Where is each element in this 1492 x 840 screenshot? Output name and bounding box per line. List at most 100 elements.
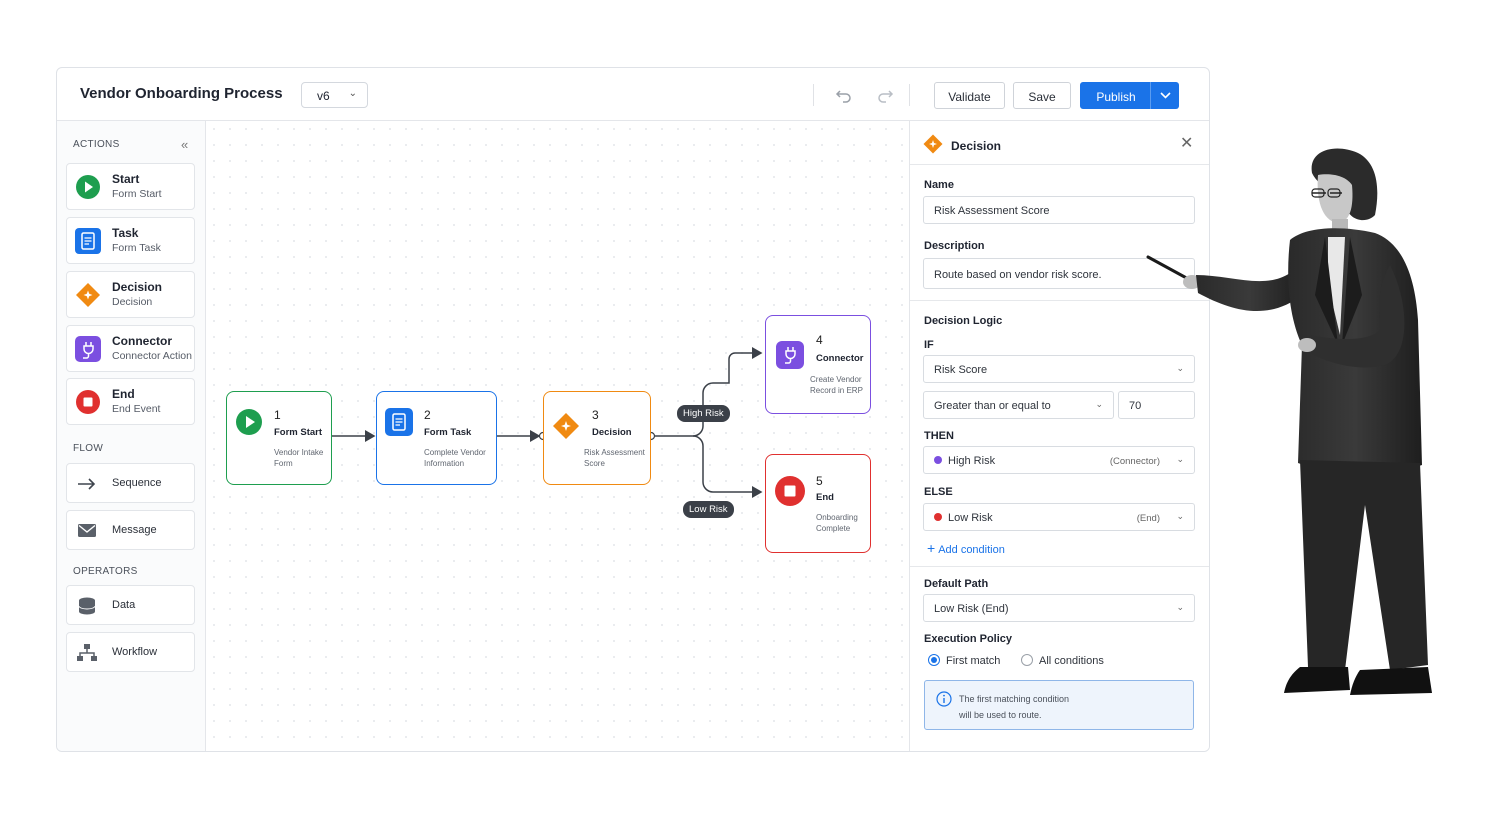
workflow-node-task[interactable]: 2 Form Task Complete Vendor Information: [376, 391, 497, 485]
palette-item-title: Message: [112, 524, 157, 536]
high-risk-edge-label[interactable]: High Risk: [677, 405, 730, 422]
plug-icon: [776, 341, 804, 369]
diamond-icon: [923, 134, 943, 154]
node-description: Complete Vendor: [424, 448, 486, 457]
high-risk-edge: [655, 347, 763, 437]
low-risk-edge-label[interactable]: Low Risk: [683, 501, 734, 518]
then-label: THEN: [924, 430, 954, 442]
palette-item-task[interactable]: Task Form Task: [66, 217, 195, 264]
palette-item-workflow[interactable]: Workflow: [66, 632, 195, 672]
all-conditions-label: All conditions: [1039, 655, 1104, 667]
execution-policy-label: Execution Policy: [924, 633, 1013, 645]
chevron-down-icon: ⌄: [348, 88, 357, 99]
operator-value: Greater than or equal to: [934, 400, 1051, 412]
top-toolbar: Vendor Onboarding Process v6 ⌄ Validate …: [57, 68, 1209, 121]
name-label: Name: [924, 179, 954, 191]
palette-item-subtitle: Form Task: [112, 242, 161, 254]
then-value: High Risk: [948, 455, 996, 467]
workflow-node-start[interactable]: 1 Form Start Vendor Intake Form: [226, 391, 332, 485]
description-value: Route based on vendor risk score.: [934, 269, 1102, 281]
redo-icon[interactable]: [874, 83, 896, 105]
operators-section-label: OPERATORS: [73, 566, 138, 577]
palette-item-title: Connector: [112, 334, 172, 348]
plus-icon: +: [927, 540, 936, 556]
node-description: Risk Assessment: [584, 448, 645, 457]
palette-item-subtitle: Form Start: [112, 188, 162, 200]
database-icon: [78, 597, 96, 615]
add-condition-label: Add condition: [938, 544, 1005, 556]
node-number: 5: [816, 474, 823, 488]
node-number: 3: [592, 408, 599, 422]
palette-item-subtitle: Decision: [112, 296, 153, 308]
all-conditions-radio[interactable]: All conditions: [1021, 654, 1104, 667]
description-label: Description: [924, 240, 985, 252]
publish-button[interactable]: Publish: [1080, 82, 1152, 109]
chevron-down-icon: ⌄: [1095, 399, 1103, 409]
node-title: End: [816, 492, 834, 503]
diamond-icon: [553, 413, 579, 439]
node-description: Record in ERP: [810, 386, 863, 395]
node-description: Score: [584, 459, 605, 468]
palette-item-sequence[interactable]: Sequence: [66, 463, 195, 503]
page-title: Vendor Onboarding Process: [80, 85, 283, 102]
palette-item-decision[interactable]: Decision Decision: [66, 271, 195, 318]
end-color-dot: [934, 513, 942, 521]
info-text-line: will be used to route.: [959, 710, 1042, 720]
if-field-value: Risk Score: [934, 364, 988, 376]
add-condition-button[interactable]: + Add condition: [927, 540, 1005, 556]
node-title: Connector: [816, 353, 864, 364]
panel-title: Decision: [951, 139, 1002, 153]
node-description: Form: [274, 459, 293, 468]
palette-item-title: Data: [112, 599, 136, 611]
palette-item-subtitle: End Event: [112, 403, 161, 415]
node-description: Information: [424, 459, 465, 468]
workflow-canvas[interactable]: High Risk Low Risk 1 Form Start Vendor I…: [206, 121, 909, 751]
plug-icon: [75, 336, 101, 362]
document-icon: [75, 228, 101, 254]
node-title: Decision: [592, 427, 632, 438]
node-description: Complete: [816, 524, 851, 533]
collapse-sidebar-icon[interactable]: «: [181, 137, 188, 152]
play-icon: [76, 175, 100, 199]
presenter-figure: [1146, 148, 1432, 695]
stop-icon: [775, 476, 805, 506]
palette-item-title: Task: [112, 226, 139, 240]
palette-item-title: End: [112, 387, 135, 401]
workflow-node-decision[interactable]: 3 Decision Risk Assessment Score: [543, 391, 651, 485]
palette-item-title: Sequence: [112, 477, 162, 489]
radio-unselected-icon: [1021, 654, 1033, 666]
palette-item-message[interactable]: Message: [66, 510, 195, 550]
decision-logic-label: Decision Logic: [924, 315, 1003, 327]
palette-item-end[interactable]: End End Event: [66, 378, 195, 425]
divider: [813, 84, 814, 106]
hierarchy-icon: [77, 644, 97, 661]
palette-item-title: Start: [112, 172, 140, 186]
default-path-value: Low Risk (End): [934, 603, 1009, 615]
divider: [909, 84, 910, 106]
version-value: v6: [317, 89, 330, 103]
node-title: Form Task: [424, 427, 472, 438]
name-value: Risk Assessment Score: [934, 205, 1050, 217]
node-description: Onboarding: [816, 513, 858, 522]
palette-item-start[interactable]: Start Form Start: [66, 163, 195, 210]
flow-section-label: FLOW: [73, 443, 104, 454]
palette-item-data[interactable]: Data: [66, 585, 195, 625]
node-title: Form Start: [274, 427, 323, 438]
version-select[interactable]: v6 ⌄: [301, 82, 368, 108]
palette-item-connector[interactable]: Connector Connector Action: [66, 325, 195, 372]
first-match-radio[interactable]: First match: [928, 654, 1000, 667]
first-match-label: First match: [946, 655, 1001, 667]
default-path-label: Default Path: [924, 578, 989, 590]
palette-sidebar: ACTIONS « Start Form Start Task Form Tas…: [57, 121, 206, 751]
workflow-node-end[interactable]: 5 End Onboarding Complete: [765, 454, 871, 553]
save-button[interactable]: Save: [1013, 82, 1071, 109]
validate-button[interactable]: Validate: [934, 82, 1005, 109]
stop-icon: [76, 390, 100, 414]
operator-select[interactable]: Greater than or equal to ⌄: [923, 391, 1114, 419]
low-risk-edge: [692, 435, 763, 498]
workflow-node-connector[interactable]: 4 Connector Create Vendor Record in ERP: [765, 315, 871, 414]
else-value: Low Risk: [948, 512, 993, 524]
undo-icon[interactable]: [833, 83, 855, 105]
publish-options-button[interactable]: [1150, 82, 1179, 109]
info-text-line: The first matching condition: [959, 694, 1070, 704]
